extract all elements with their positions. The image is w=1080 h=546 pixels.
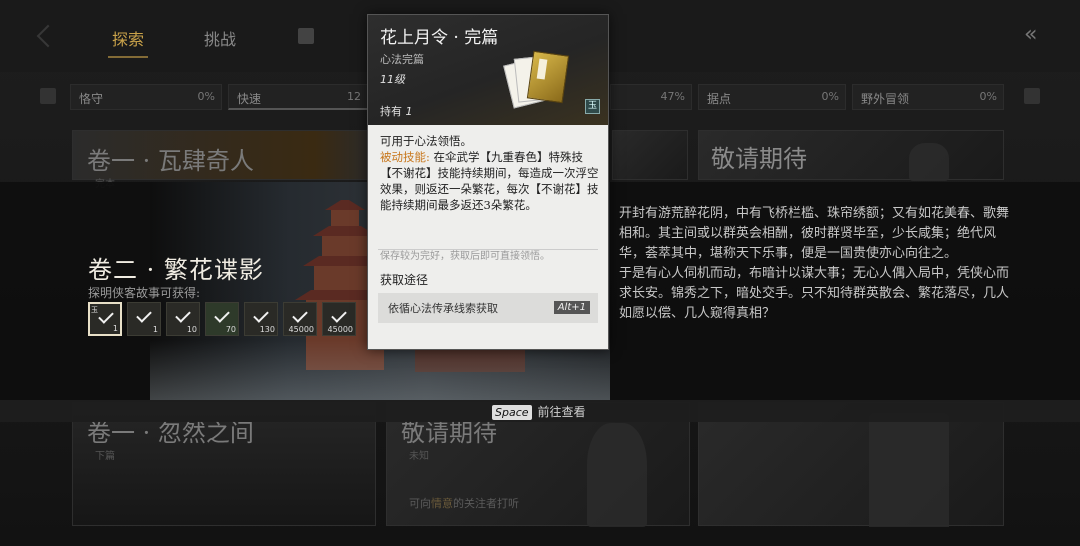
item-tooltip: 花上月令 · 完篇 心法完篇 11级 持有 1 玉 可用于心法领悟。 被动技能:…: [367, 14, 609, 350]
filter-toggle-icon[interactable]: [40, 88, 56, 104]
item-name: 花上月令 · 完篇: [380, 28, 499, 48]
reward-slot[interactable]: 70: [205, 302, 239, 336]
item-type: 心法完篇: [380, 53, 424, 66]
character-silhouette: [909, 143, 949, 181]
space-key: Space: [492, 405, 532, 420]
filter-toggle-icon[interactable]: [1024, 88, 1040, 104]
back-arrow-icon[interactable]: [36, 24, 60, 48]
chapter-status: 下篇: [95, 451, 115, 462]
tower-silhouette: [869, 413, 949, 527]
reward-count: 70: [225, 325, 236, 334]
filter-label: 快速: [237, 92, 262, 106]
skill-label: 被动技能:: [380, 150, 430, 164]
filter-label: 野外冒领: [861, 92, 910, 106]
hint-label: 前往查看: [537, 405, 586, 419]
tab-square-icon[interactable]: [298, 28, 314, 44]
manual-book-icon: [503, 50, 570, 109]
check-icon: [98, 308, 114, 324]
tooltip-header: 花上月令 · 完篇 心法完篇 11级 持有 1 玉: [368, 15, 608, 125]
description-paragraph: 开封有游荒醉花阴，中有飞桥栏槛、珠帘绣额；又有如花美春、歌舞相和。其主间或以群英…: [619, 206, 1010, 261]
tab-challenge[interactable]: 挑战: [204, 26, 236, 50]
source-hotkey: Alt+1: [553, 301, 590, 314]
reward-count: 45000: [327, 325, 353, 334]
filter-item[interactable]: 野外冒领 0%: [852, 84, 1004, 110]
item-flavor-note: 保存较为完好，获取后即可直接领悟。: [380, 251, 550, 262]
filter-value: 12: [347, 90, 361, 103]
item-skill: 被动技能: 在伞武学【九重春色】特殊技【不谢花】技能持续期间，每造成一次浮空效果…: [380, 149, 600, 213]
filter-value: 0%: [821, 90, 839, 103]
go-view-hint[interactable]: Space 前往查看: [492, 403, 586, 420]
chapter-description: 开封有游荒醉花阴，中有飞桥栏槛、珠帘绣额；又有如花美春、歌舞相和。其主间或以群英…: [619, 204, 1009, 324]
reward-slot[interactable]: 130: [244, 302, 278, 336]
reward-count: 45000: [288, 325, 314, 334]
filter-item[interactable]: 恪守 0%: [70, 84, 222, 110]
featured-subtitle: 探明侠客故事可获得:: [88, 286, 201, 300]
collapse-chevron-icon[interactable]: «: [1024, 22, 1037, 47]
check-icon: [214, 307, 230, 323]
filter-item[interactable]: 快速 12: [228, 84, 368, 110]
side-card[interactable]: [612, 130, 688, 180]
check-icon: [136, 307, 152, 323]
filter-label: 据点: [707, 92, 732, 106]
check-icon: [331, 307, 347, 323]
featured-title: 卷二 · 繁花谍影: [88, 256, 264, 284]
filter-value: 47%: [660, 90, 685, 103]
tooltip-body: 可用于心法领悟。 被动技能: 在伞武学【九重春色】特殊技【不谢花】技能持续期间，…: [380, 133, 600, 213]
check-icon: [253, 307, 269, 323]
reward-count: 130: [259, 325, 275, 334]
description-paragraph: 于是有心人伺机而动，布暗计以谋大事；无心人偶入局中，凭侠心而求长安。锦秀之下，暗…: [619, 266, 1010, 321]
reward-count: 1: [152, 325, 158, 334]
filter-item[interactable]: 据点 0%: [698, 84, 846, 110]
coming-soon-title: 敬请期待: [711, 145, 807, 173]
check-icon: [292, 307, 308, 323]
check-icon: [175, 307, 191, 323]
filter-value: 0%: [979, 90, 997, 103]
owned-label: 持有: [380, 105, 402, 118]
tab-explore[interactable]: 探索: [107, 26, 149, 58]
coming-soon-status: 未知: [409, 451, 429, 462]
chapter-title: 卷一 · 瓦肆奇人: [87, 147, 254, 175]
source-heading: 获取途径: [380, 273, 429, 287]
reward-slot[interactable]: 45000: [322, 302, 356, 336]
character-silhouette: [587, 423, 647, 527]
item-level: 11级: [380, 73, 405, 86]
jade-badge-icon: 玉: [585, 99, 600, 114]
reward-tag: 玉: [91, 306, 98, 314]
coming-soon-card[interactable]: 敬请期待: [698, 130, 1004, 181]
chapter-card-1[interactable]: 卷一 · 瓦肆奇人 完本: [72, 130, 376, 190]
filter-label: 恪守: [79, 92, 104, 106]
filter-value: 0%: [197, 90, 215, 103]
owned-value: 1: [405, 105, 413, 118]
filter-item[interactable]: 47%: [610, 84, 692, 110]
reward-count: 10: [186, 325, 197, 334]
hint-text: 的关注者打听: [453, 497, 519, 510]
coming-soon-hint: 可向情意的关注者打听: [409, 495, 519, 511]
source-label: 依循心法传承线索获取: [388, 302, 498, 315]
hint-bar: Space 前往查看: [0, 400, 1080, 422]
item-owned: 持有 1: [380, 103, 413, 119]
reward-slot[interactable]: 玉 1: [88, 302, 122, 336]
source-button[interactable]: 依循心法传承线索获取 Alt+1: [378, 293, 598, 323]
reward-slot[interactable]: 45000: [283, 302, 317, 336]
reward-count: 1: [112, 324, 118, 333]
reward-slot[interactable]: 1: [127, 302, 161, 336]
hint-highlight: 情意: [431, 497, 453, 510]
reward-slot[interactable]: 10: [166, 302, 200, 336]
item-usage: 可用于心法领悟。: [380, 134, 472, 148]
hint-text: 可向: [409, 497, 431, 510]
